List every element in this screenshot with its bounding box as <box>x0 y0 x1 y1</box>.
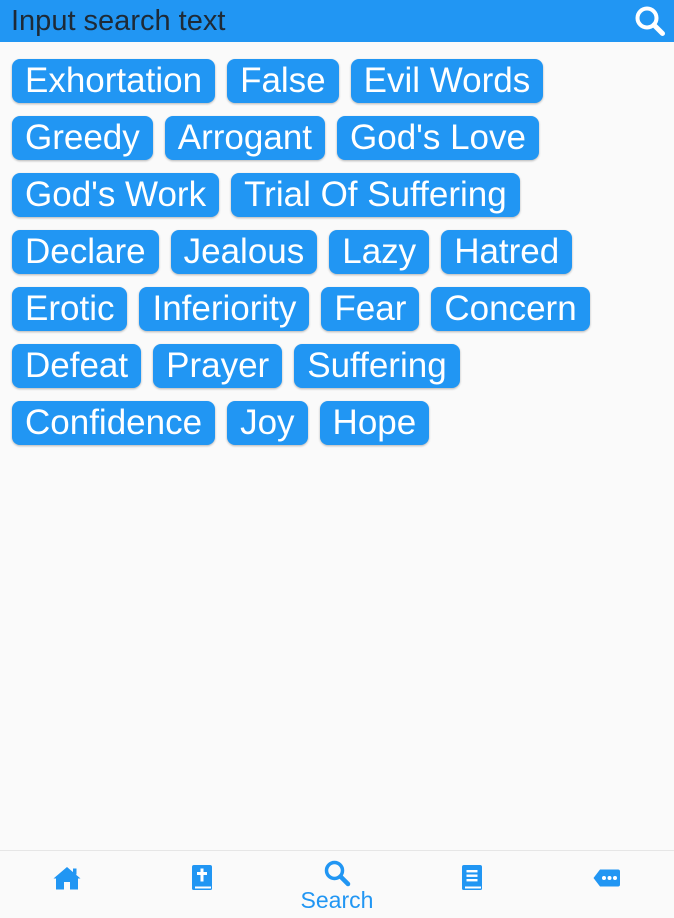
search-input[interactable] <box>0 0 628 42</box>
book-icon <box>460 864 484 892</box>
nav-home[interactable] <box>0 851 135 918</box>
topic-tag-jealous[interactable]: Jealous <box>170 230 318 274</box>
topic-tag-hope[interactable]: Hope <box>319 401 430 445</box>
topic-tag-concern[interactable]: Concern <box>431 287 590 331</box>
topic-tag-suffering[interactable]: Suffering <box>294 344 460 388</box>
topic-tag-false[interactable]: False <box>227 59 339 103</box>
topic-tag-fear[interactable]: Fear <box>321 287 420 331</box>
topic-tag-confidence[interactable]: Confidence <box>12 401 216 445</box>
topic-tag-declare[interactable]: Declare <box>12 230 159 274</box>
topic-tag-arrogant[interactable]: Arrogant <box>164 116 326 160</box>
nav-search-label: Search <box>300 887 374 913</box>
topic-tag-exhortation[interactable]: Exhortation <box>12 59 216 103</box>
topic-tag-list: Exhortation False Evil Words Greedy Arro… <box>12 59 662 445</box>
search-icon <box>323 859 351 887</box>
topic-tag-greedy[interactable]: Greedy <box>12 116 153 160</box>
topic-tag-inferiority[interactable]: Inferiority <box>139 287 310 331</box>
topic-tag-evil-words[interactable]: Evil Words <box>350 59 544 103</box>
topic-tag-gods-love[interactable]: God's Love <box>337 116 539 160</box>
nav-book[interactable] <box>404 851 539 918</box>
search-button[interactable] <box>628 0 672 42</box>
search-icon <box>635 6 665 36</box>
topic-tag-gods-work[interactable]: God's Work <box>12 173 220 217</box>
search-bar <box>0 0 674 42</box>
topic-tag-defeat[interactable]: Defeat <box>12 344 142 388</box>
bottom-navigation: Search <box>0 850 674 918</box>
topic-tag-lazy[interactable]: Lazy <box>329 230 430 274</box>
topic-tag-prayer[interactable]: Prayer <box>153 344 283 388</box>
topic-tag-erotic[interactable]: Erotic <box>12 287 128 331</box>
bible-icon <box>190 864 214 892</box>
home-icon <box>52 864 82 892</box>
nav-more[interactable] <box>539 851 674 918</box>
more-icon <box>593 864 621 892</box>
topic-tag-trial-of-suffering[interactable]: Trial Of Suffering <box>231 173 520 217</box>
nav-search[interactable]: Search <box>270 851 405 918</box>
topic-tag-hatred[interactable]: Hatred <box>441 230 573 274</box>
nav-bible[interactable] <box>135 851 270 918</box>
topic-tag-joy[interactable]: Joy <box>227 401 308 445</box>
